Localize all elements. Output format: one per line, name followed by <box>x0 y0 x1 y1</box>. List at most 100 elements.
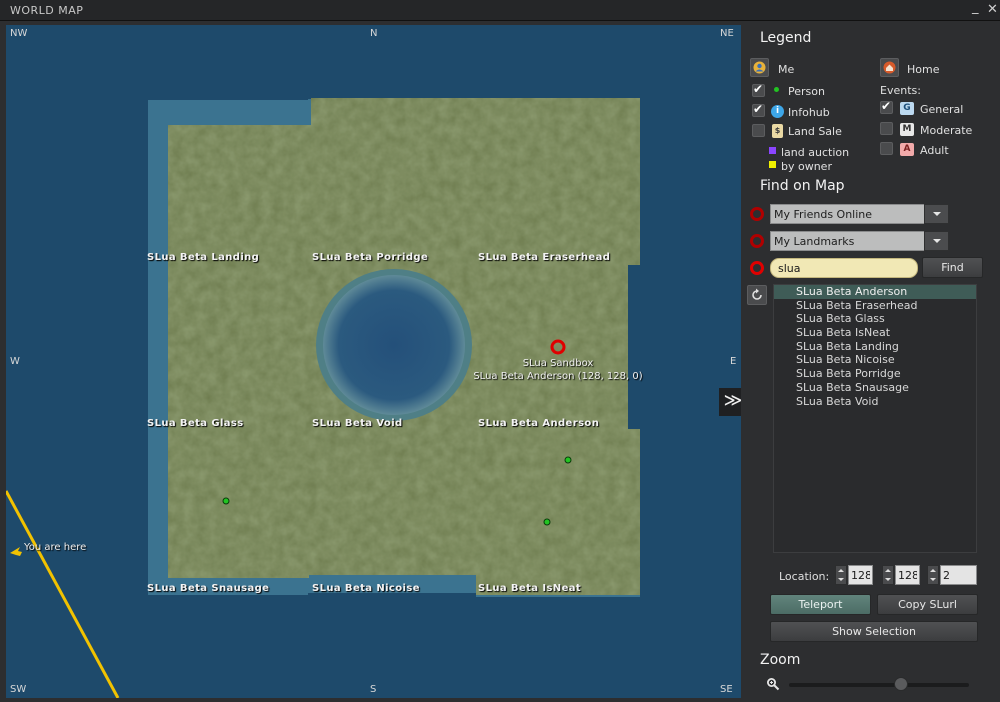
infohub-label: Infohub <box>788 106 830 119</box>
region-label[interactable]: SLua Beta Anderson <box>478 418 599 429</box>
compass-sw: SW <box>10 684 27 695</box>
search-status-ring-icon <box>750 261 764 275</box>
search-result-item[interactable]: SLua Beta Nicoise <box>774 353 976 367</box>
zoom-title: Zoom <box>760 652 801 668</box>
adult-label: Adult <box>920 144 949 157</box>
window-title: WORLD MAP <box>10 4 84 17</box>
region-label[interactable]: SLua Beta Snausage <box>147 583 269 594</box>
location-z-stepper[interactable] <box>927 565 939 585</box>
location-x-stepper[interactable] <box>835 565 847 585</box>
home-label: Home <box>907 63 940 76</box>
home-button[interactable] <box>880 58 899 77</box>
general-events-checkbox[interactable] <box>880 99 893 114</box>
person-dot-icon <box>774 87 779 92</box>
find-title: Find on Map <box>760 178 845 194</box>
refresh-icon <box>752 288 762 300</box>
events-label: Events: <box>880 84 921 97</box>
friends-online-value: My Friends Online <box>774 208 873 221</box>
adult-events-checkbox[interactable] <box>880 142 893 155</box>
general-badge-icon: G <box>900 102 914 115</box>
zoom-slider-track[interactable] <box>789 683 969 687</box>
search-result-item[interactable]: SLua Beta Porridge <box>774 367 976 381</box>
compass-ne: NE <box>720 28 734 39</box>
friends-status-ring-icon <box>750 207 764 221</box>
compass-n: N <box>370 28 378 39</box>
adult-badge-icon: A <box>900 143 914 156</box>
infohub-checkbox[interactable] <box>752 102 765 117</box>
location-y-field[interactable] <box>895 565 920 585</box>
compass-s: S <box>370 684 377 695</box>
teleport-button[interactable]: Teleport <box>770 594 871 615</box>
person-dot <box>564 456 572 464</box>
region-label[interactable]: SLua Beta Eraserhead <box>478 252 610 263</box>
search-result-item[interactable]: SLua Beta Void <box>774 395 976 409</box>
show-selection-button[interactable]: Show Selection <box>770 621 978 642</box>
location-label: Location: <box>779 570 830 583</box>
person-checkbox[interactable] <box>752 82 765 97</box>
title-bar: WORLD MAP _ ✕ <box>0 0 1000 21</box>
compass-nw: NW <box>10 28 28 39</box>
refresh-button[interactable] <box>747 285 767 305</box>
search-result-item[interactable]: SLua Beta IsNeat <box>774 326 976 340</box>
search-result-item[interactable]: SLua Beta Landing <box>774 340 976 354</box>
me-label: Me <box>778 63 795 76</box>
search-result-item[interactable]: SLua Beta Eraserhead <box>774 299 976 313</box>
moderate-label: Moderate <box>920 124 973 137</box>
close-button[interactable]: ✕ <box>987 2 998 17</box>
region-label[interactable]: SLua Beta Nicoise <box>312 583 420 594</box>
region-label[interactable]: SLua Beta IsNeat <box>478 583 581 594</box>
tracking-line <box>6 490 120 698</box>
landmarks-combo[interactable]: My Landmarks <box>770 231 949 251</box>
find-button[interactable]: Find <box>922 257 983 278</box>
land-sale-tag-icon: $ <box>772 124 783 138</box>
copy-slurl-button[interactable]: Copy SLurl <box>877 594 978 615</box>
location-x-field[interactable] <box>848 565 873 585</box>
moderate-events-checkbox[interactable] <box>880 122 893 135</box>
chevron-down-icon[interactable] <box>924 231 949 251</box>
you-are-here-arrow-icon <box>10 547 22 556</box>
search-results-list[interactable]: SLua Beta Anderson SLua Beta Eraserhead SL… <box>773 284 977 553</box>
side-panel: Legend Me Home Person i Infohub $ Land S… <box>745 21 1000 702</box>
general-label: General <box>920 103 964 116</box>
region-label[interactable]: SLua Beta Void <box>312 418 403 429</box>
land-auction-swatch <box>769 147 776 154</box>
land-auction-label: land auction <box>781 146 850 159</box>
region-label[interactable]: SLua Beta Glass <box>147 418 244 429</box>
landmarks-status-ring-icon <box>750 234 764 248</box>
land-sale-checkbox[interactable] <box>752 124 765 137</box>
compass-w: W <box>10 356 20 367</box>
collapse-panel-button[interactable]: ≫ <box>719 388 741 416</box>
search-result-item[interactable]: SLua Beta Snausage <box>774 381 976 395</box>
friends-online-combo[interactable]: My Friends Online <box>770 204 949 224</box>
zoom-slider-thumb[interactable] <box>893 677 908 691</box>
landmarks-value: My Landmarks <box>774 235 855 248</box>
destination-subtitle: SLua Beta Anderson (128, 128, 0) <box>473 371 643 382</box>
compass-e: E <box>730 356 737 367</box>
search-result-item[interactable]: SLua Beta Anderson <box>774 285 976 299</box>
by-owner-label: by owner <box>781 160 832 173</box>
avatar-icon <box>753 61 766 74</box>
location-z-field[interactable] <box>940 565 977 585</box>
info-icon: i <box>771 105 784 118</box>
destination-label: SLua Sandbox SLua Beta Anderson (128, 12… <box>468 357 648 383</box>
magnifier-icon <box>767 678 780 691</box>
world-map-view[interactable]: NW N NE W E SW S SE SLua Beta Landing SL… <box>6 25 741 698</box>
home-icon <box>883 61 896 74</box>
region-label[interactable]: SLua Beta Landing <box>147 252 259 263</box>
search-input[interactable] <box>770 258 918 278</box>
land-sale-label: Land Sale <box>788 125 842 138</box>
moderate-badge-icon: M <box>900 123 914 136</box>
legend-title: Legend <box>760 30 812 46</box>
search-result-item[interactable]: SLua Beta Glass <box>774 312 976 326</box>
person-label: Person <box>788 85 825 98</box>
you-are-here-label: You are here <box>24 542 87 553</box>
chevron-down-icon[interactable] <box>924 204 949 224</box>
person-dot <box>222 497 230 505</box>
minimize-button[interactable]: _ <box>972 0 979 15</box>
destination-title: SLua Sandbox <box>522 358 594 369</box>
by-owner-swatch <box>769 161 776 168</box>
me-button[interactable] <box>750 58 769 77</box>
region-label[interactable]: SLua Beta Porridge <box>312 252 428 263</box>
location-y-stepper[interactable] <box>882 565 894 585</box>
compass-se: SE <box>720 684 733 695</box>
